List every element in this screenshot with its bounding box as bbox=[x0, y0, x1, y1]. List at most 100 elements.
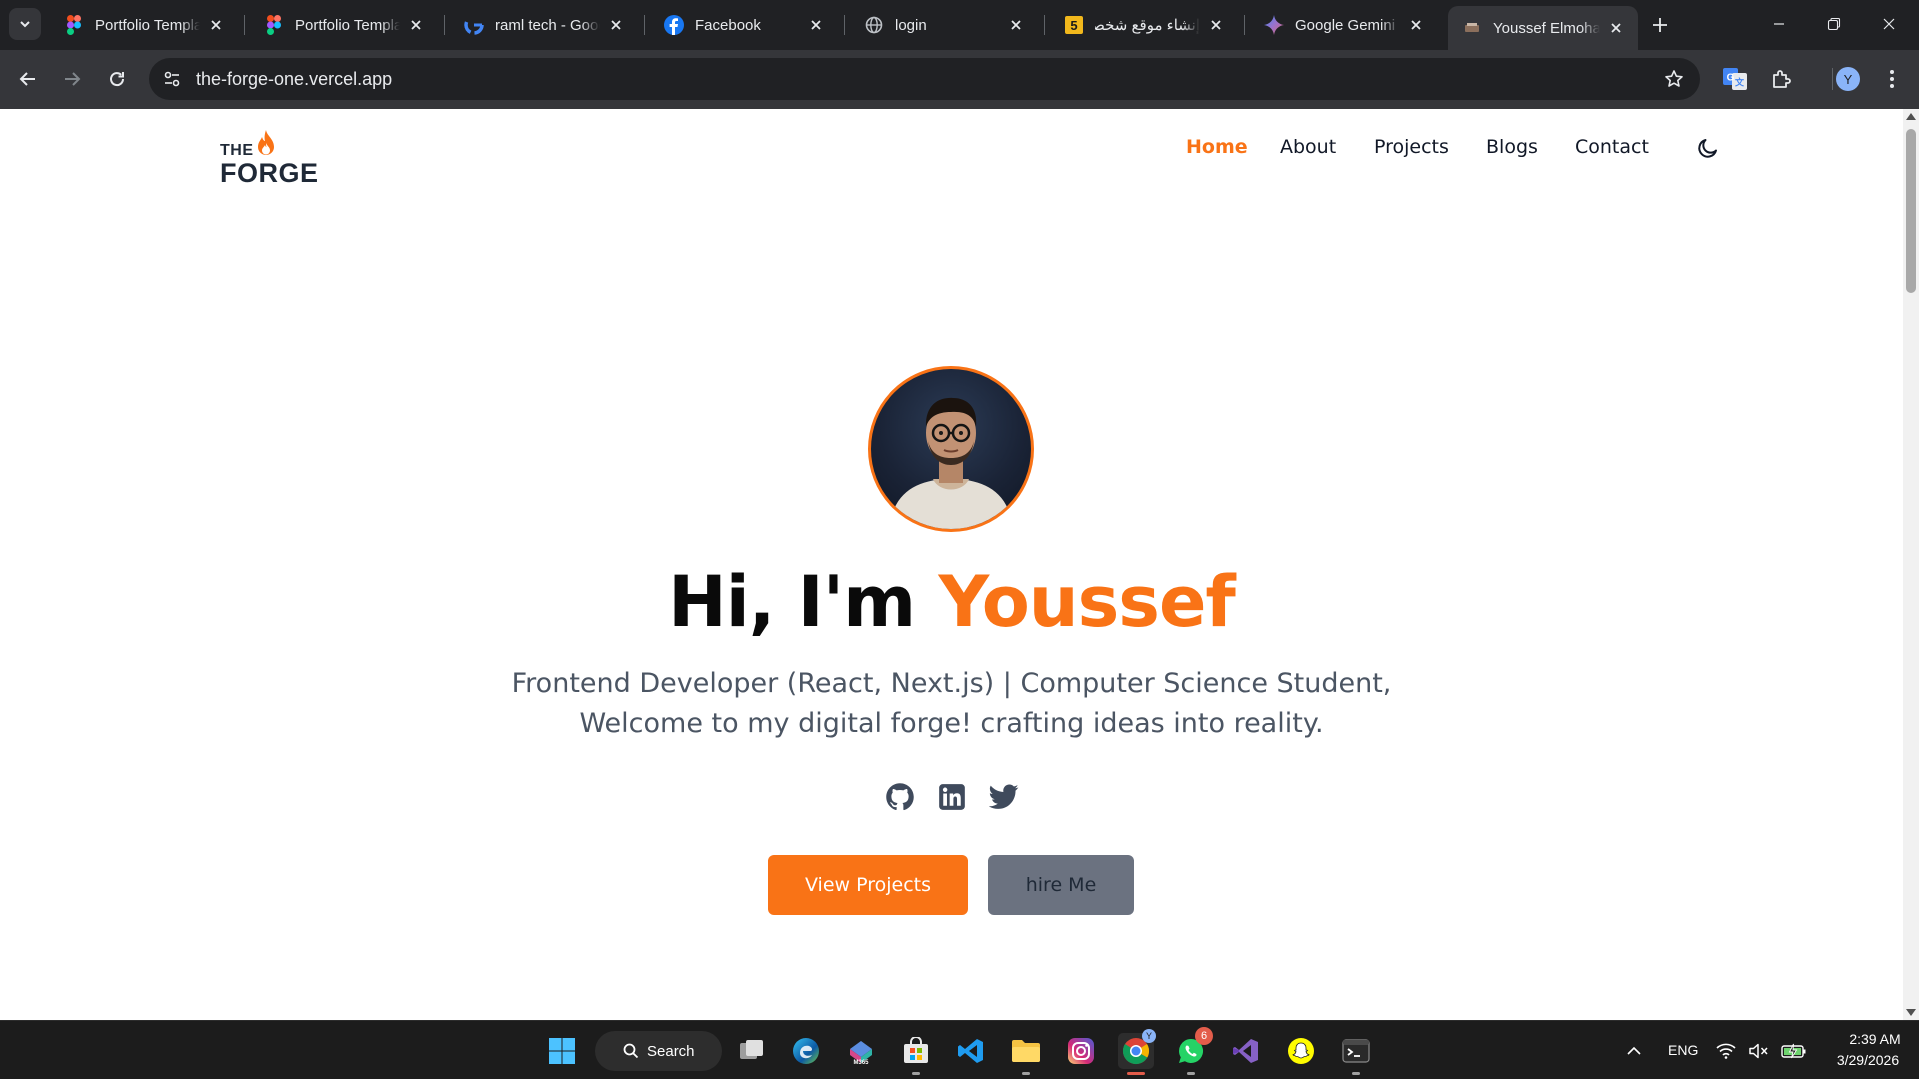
chrome-app-button[interactable]: Y bbox=[1118, 1029, 1156, 1075]
close-icon[interactable] bbox=[1406, 15, 1426, 35]
flame-icon bbox=[258, 130, 274, 155]
close-icon[interactable] bbox=[406, 15, 426, 35]
forward-button[interactable] bbox=[55, 62, 89, 96]
store-app-button[interactable] bbox=[898, 1033, 934, 1075]
browser-tab[interactable]: 5 إنشاء موقع شخصي bbox=[1050, 6, 1238, 44]
number-5-icon: 5 bbox=[1064, 15, 1084, 35]
nav-link-projects[interactable]: Projects bbox=[1374, 136, 1449, 158]
linkedin-icon[interactable] bbox=[936, 781, 968, 813]
browser-tab[interactable]: Portfolio Template bbox=[250, 6, 438, 44]
start-button[interactable] bbox=[544, 1033, 580, 1069]
close-icon[interactable] bbox=[206, 15, 226, 35]
new-tab-button[interactable] bbox=[1647, 12, 1673, 38]
close-window-button[interactable] bbox=[1859, 0, 1919, 48]
clock-date[interactable]: 3/29/2026 bbox=[1826, 1052, 1910, 1068]
site-info-icon[interactable] bbox=[159, 66, 185, 92]
view-projects-button[interactable]: View Projects bbox=[768, 855, 968, 915]
running-indicator bbox=[1352, 1072, 1360, 1075]
hero-subtitle: Frontend Developer (React, Next.js) | Co… bbox=[0, 664, 1903, 744]
windows-logo-icon bbox=[549, 1038, 575, 1064]
google-translate-icon[interactable]: G文 bbox=[1720, 64, 1750, 94]
restore-icon bbox=[1827, 17, 1841, 31]
bookmark-star-icon[interactable] bbox=[1662, 67, 1686, 91]
wifi-icon[interactable] bbox=[1713, 1033, 1739, 1069]
browser-tab[interactable]: raml tech - Google bbox=[450, 6, 638, 44]
browser-tab-active[interactable]: Youssef Elmohandes bbox=[1448, 6, 1638, 50]
minimize-button[interactable] bbox=[1749, 0, 1809, 48]
instagram-app-button[interactable] bbox=[1063, 1033, 1099, 1069]
tab-search-button[interactable] bbox=[9, 8, 41, 40]
close-icon bbox=[1883, 18, 1895, 30]
close-icon[interactable] bbox=[1206, 15, 1226, 35]
running-indicator bbox=[1127, 1072, 1145, 1075]
running-indicator bbox=[1187, 1072, 1195, 1075]
show-hidden-icons-button[interactable] bbox=[1617, 1033, 1651, 1069]
logo-text-bottom: FORGE bbox=[220, 158, 319, 188]
edge-app-button[interactable] bbox=[788, 1033, 824, 1069]
visual-studio-app-button[interactable] bbox=[1228, 1033, 1264, 1069]
nav-link-blogs[interactable]: Blogs bbox=[1486, 136, 1538, 158]
scroll-up-arrow-icon[interactable] bbox=[1906, 113, 1916, 120]
back-button[interactable] bbox=[11, 62, 45, 96]
volume-muted-icon[interactable] bbox=[1746, 1033, 1772, 1069]
clock-time[interactable]: 2:39 AM bbox=[1840, 1031, 1910, 1047]
close-icon[interactable] bbox=[1606, 18, 1626, 38]
whatsapp-app-button[interactable]: 6 bbox=[1173, 1027, 1213, 1075]
search-label: Search bbox=[647, 1042, 695, 1060]
scrollbar-thumb[interactable] bbox=[1906, 129, 1916, 293]
figma-icon bbox=[64, 15, 84, 35]
close-icon[interactable] bbox=[806, 15, 826, 35]
nav-link-home[interactable]: Home bbox=[1186, 136, 1248, 158]
task-view-button[interactable] bbox=[734, 1033, 770, 1069]
chevron-up-icon bbox=[1627, 1046, 1641, 1055]
tab-title: Youssef Elmohandes bbox=[1493, 19, 1600, 37]
twitter-icon[interactable] bbox=[988, 781, 1020, 813]
profile-photo bbox=[868, 366, 1034, 532]
restore-button[interactable] bbox=[1804, 0, 1864, 48]
terminal-app-button[interactable] bbox=[1338, 1033, 1374, 1075]
nav-link-contact[interactable]: Contact bbox=[1575, 136, 1649, 158]
address-bar[interactable]: the-forge-one.vercel.app bbox=[149, 58, 1700, 100]
reload-icon bbox=[110, 72, 125, 87]
browser-menu-button[interactable] bbox=[1877, 64, 1907, 94]
gemini-icon bbox=[1264, 15, 1284, 35]
browser-tab[interactable]: login bbox=[850, 6, 1038, 44]
edge-icon bbox=[793, 1038, 819, 1064]
github-icon[interactable] bbox=[884, 781, 916, 813]
theme-toggle-button[interactable] bbox=[1694, 134, 1722, 162]
file-explorer-app-button[interactable] bbox=[1008, 1033, 1044, 1075]
tab-separator bbox=[244, 15, 245, 35]
browser-toolbar: the-forge-one.vercel.app G文 Y bbox=[0, 50, 1919, 109]
scroll-down-arrow-icon[interactable] bbox=[1906, 1009, 1916, 1016]
input-language-indicator[interactable]: ENG bbox=[1668, 1042, 1698, 1058]
browser-tab[interactable]: Portfolio Template bbox=[50, 6, 238, 44]
url-text: the-forge-one.vercel.app bbox=[196, 69, 393, 89]
store-icon bbox=[904, 1037, 928, 1063]
hire-me-button[interactable]: hire Me bbox=[988, 855, 1134, 915]
m365-app-button[interactable]: M365 bbox=[843, 1033, 879, 1069]
extensions-icon[interactable] bbox=[1767, 64, 1797, 94]
figma-icon bbox=[264, 15, 284, 35]
instagram-icon bbox=[1068, 1038, 1094, 1064]
reload-button[interactable] bbox=[100, 62, 134, 96]
profile-avatar[interactable]: Y bbox=[1833, 64, 1863, 94]
close-icon[interactable] bbox=[1006, 15, 1026, 35]
tab-title: Portfolio Template bbox=[295, 16, 400, 34]
nav-link-about[interactable]: About bbox=[1280, 136, 1336, 158]
tab-title: Facebook bbox=[695, 16, 761, 34]
vscode-app-button[interactable] bbox=[953, 1033, 989, 1069]
site-logo[interactable]: THE FORGE bbox=[220, 121, 320, 188]
person-portrait-image bbox=[889, 397, 1013, 529]
browser-tab[interactable]: Facebook bbox=[650, 6, 838, 44]
snapchat-app-button[interactable] bbox=[1283, 1033, 1319, 1069]
avatar: Y bbox=[1836, 67, 1860, 91]
folder-icon bbox=[1012, 1040, 1040, 1062]
battery-charging-icon[interactable] bbox=[1779, 1033, 1809, 1069]
close-icon[interactable] bbox=[606, 15, 626, 35]
google-icon bbox=[464, 15, 484, 35]
browser-tab[interactable]: Google Gemini bbox=[1250, 6, 1438, 44]
facebook-icon bbox=[664, 15, 684, 35]
arrow-left-icon bbox=[19, 72, 35, 86]
taskbar-search-box[interactable]: Search bbox=[595, 1031, 722, 1071]
page-scrollbar[interactable] bbox=[1903, 109, 1919, 1020]
